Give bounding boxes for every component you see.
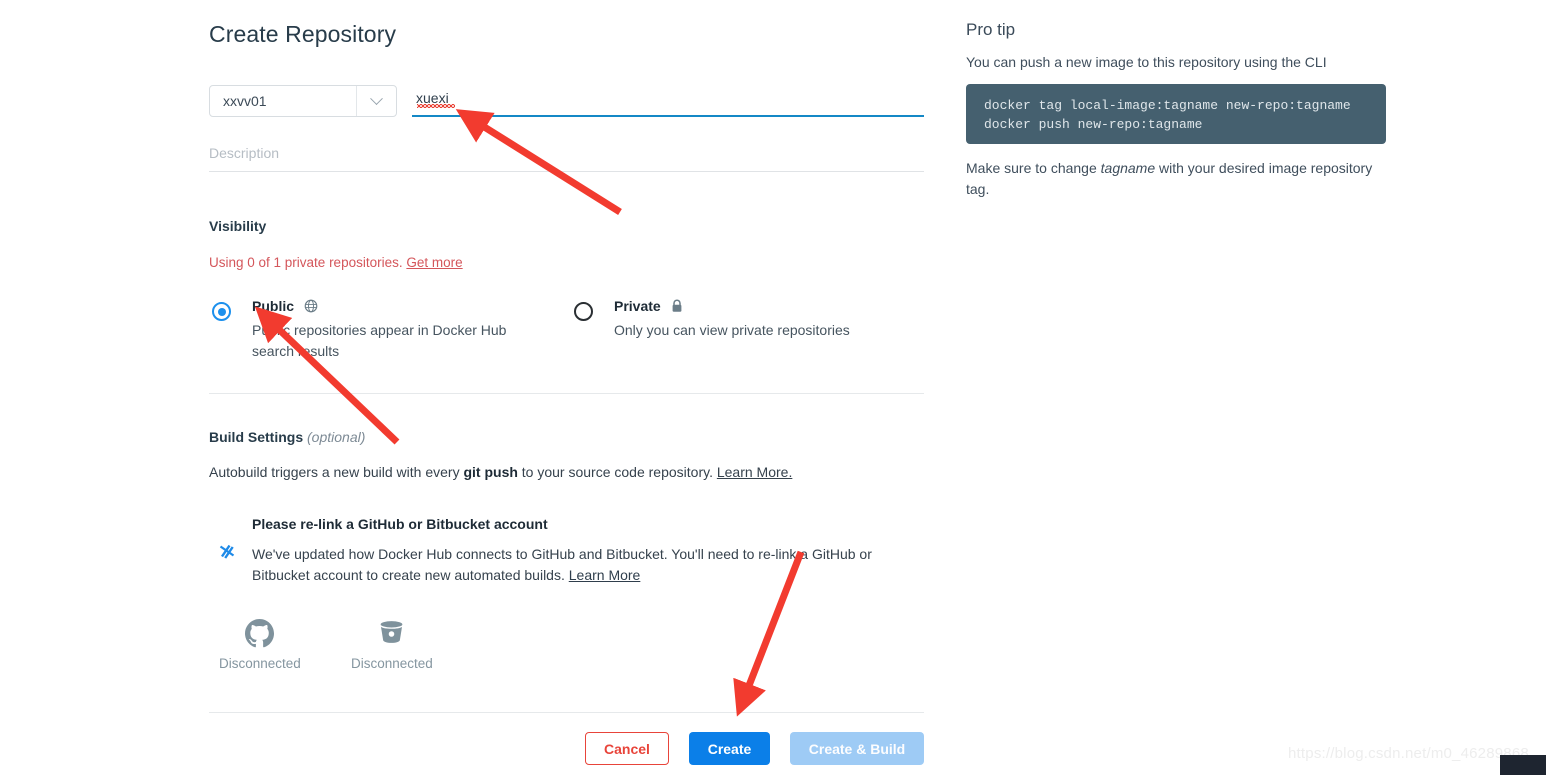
bitbucket-icon (351, 614, 431, 652)
provider-bitbucket[interactable]: Disconnected (351, 614, 433, 671)
section-divider-top (209, 393, 924, 394)
build-settings-title: Build Settings (209, 429, 304, 445)
spellcheck-underline (417, 104, 455, 108)
autobuild-learn-more-link[interactable]: Learn More. (717, 464, 792, 480)
cancel-button[interactable]: Cancel (585, 732, 669, 765)
cli-code-line-1: docker tag local-image:tagname new-repo:… (984, 98, 1351, 113)
cli-code-block[interactable]: docker tag local-image:tagname new-repo:… (966, 84, 1386, 144)
provider-github[interactable]: Disconnected (219, 614, 301, 671)
namespace-select-value: xxvv01 (223, 93, 267, 109)
form-actions: Cancel Create Create & Build (209, 732, 924, 765)
private-repo-quota: Using 0 of 1 private repositories. Get m… (209, 255, 463, 270)
corner-artifact (1500, 755, 1546, 775)
relink-learn-more-link[interactable]: Learn More (569, 567, 641, 583)
relink-body: We've updated how Docker Hub connects to… (252, 544, 877, 586)
visibility-public-description: Public repositories appear in Docker Hub… (252, 322, 507, 359)
create-and-build-button[interactable]: Create & Build (790, 732, 924, 765)
pro-tip-footer-italic: tagname (1100, 160, 1156, 176)
description-input[interactable]: Description (209, 145, 924, 172)
pro-tip-footer-prefix: Make sure to change (966, 160, 1101, 176)
pro-tip-footer: Make sure to change tagname with your de… (966, 158, 1376, 200)
globe-icon (304, 299, 318, 316)
get-more-link[interactable]: Get more (406, 255, 462, 270)
description-placeholder: Description (209, 145, 280, 161)
quota-text: Using 0 of 1 private repositories. (209, 255, 403, 270)
visibility-public-title: Public (252, 298, 295, 314)
watermark: https://blog.csdn.net/m0_46289868 (1288, 745, 1529, 762)
autobuild-suffix: to your source code repository. (517, 464, 717, 480)
section-divider-bottom (209, 712, 924, 713)
visibility-option-private[interactable]: Private Only you can view private reposi… (571, 298, 901, 341)
visibility-private-description: Only you can view private repositories (614, 322, 850, 338)
provider-github-status: Disconnected (219, 656, 301, 671)
autobuild-description: Autobuild triggers a new build with ever… (209, 464, 792, 480)
chevron-down-icon[interactable] (356, 86, 396, 116)
lock-icon (671, 299, 683, 316)
visibility-section-label: Visibility (209, 218, 267, 234)
cli-code-line-2: docker push new-repo:tagname (984, 117, 1203, 132)
autobuild-bold: git push (463, 464, 518, 480)
visibility-private-title: Private (614, 298, 661, 314)
provider-bitbucket-status: Disconnected (351, 656, 433, 671)
relink-title: Please re-link a GitHub or Bitbucket acc… (252, 516, 548, 532)
visibility-option-public[interactable]: Public Public repositories appear in Doc… (209, 298, 539, 362)
autobuild-prefix: Autobuild triggers a new build with ever… (209, 464, 464, 480)
repository-name-input[interactable]: xuexi (412, 85, 924, 117)
link-broken-icon (215, 539, 239, 563)
github-icon (219, 614, 299, 652)
radio-private[interactable] (574, 302, 593, 321)
build-settings-label: Build Settings (optional) (209, 429, 365, 445)
build-settings-optional: (optional) (307, 429, 366, 445)
page-title: Create Repository (209, 21, 397, 47)
relink-notice: Please re-link a GitHub or Bitbucket acc… (209, 516, 899, 586)
create-button[interactable]: Create (689, 732, 770, 765)
visibility-private-title-row: Private (614, 298, 901, 316)
pro-tip-title: Pro tip (966, 20, 1016, 39)
visibility-public-title-row: Public (252, 298, 539, 316)
namespace-select[interactable]: xxvv01 (209, 85, 397, 117)
radio-public[interactable] (212, 302, 231, 321)
repository-name-row: xxvv01 xuexi (209, 85, 924, 119)
pro-tip-subtitle: You can push a new image to this reposit… (966, 54, 1327, 70)
source-provider-list: Disconnected Disconnected (219, 614, 433, 671)
create-repository-page: Create Repository xxvv01 xuexi Descripti… (0, 0, 1546, 775)
relink-body-text: We've updated how Docker Hub connects to… (252, 546, 872, 583)
